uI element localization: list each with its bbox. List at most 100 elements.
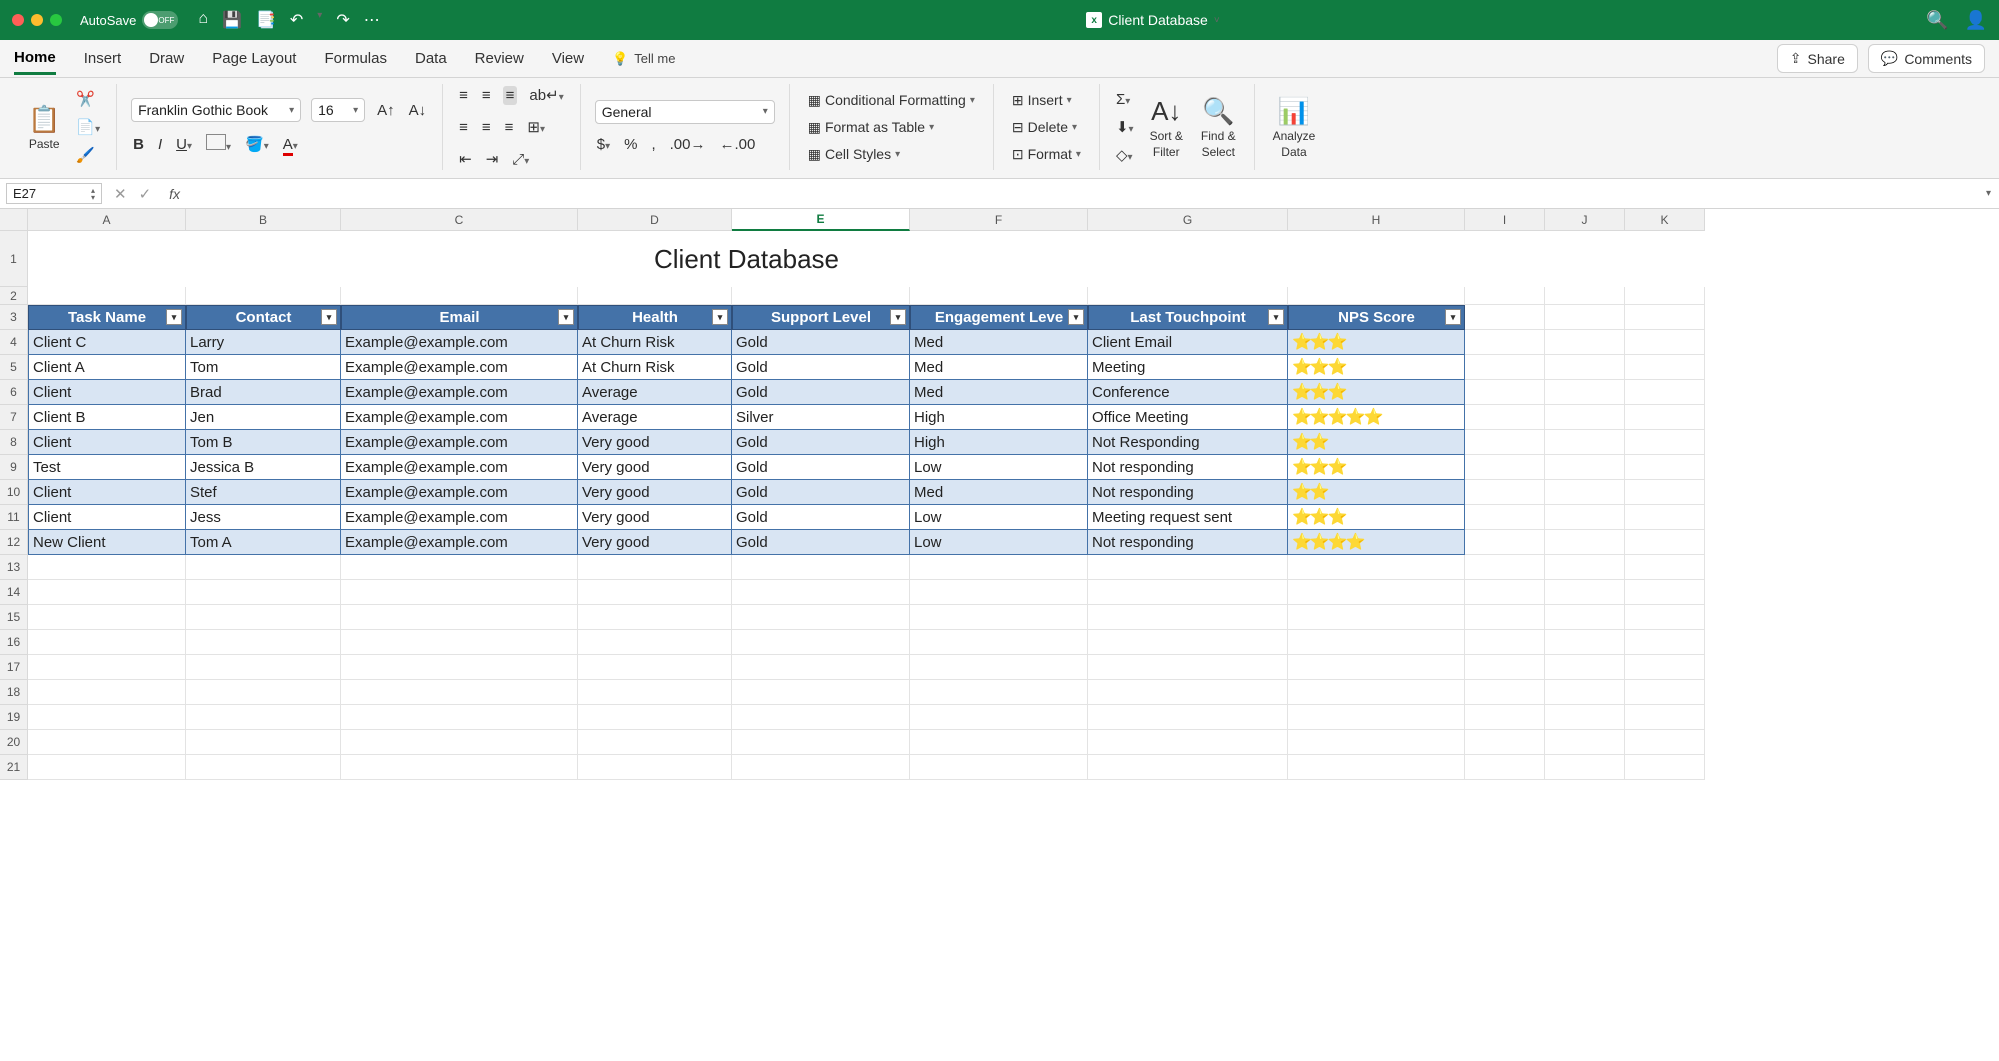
table-cell[interactable]: Larry: [186, 330, 341, 355]
confirm-formula-icon[interactable]: ✓: [139, 185, 152, 203]
row-header[interactable]: 20: [0, 730, 28, 755]
decrease-indent-icon[interactable]: ⇤: [457, 148, 474, 170]
table-cell[interactable]: Office Meeting: [1088, 405, 1288, 430]
empty-cell[interactable]: [186, 555, 341, 580]
empty-cell[interactable]: [1288, 580, 1465, 605]
merge-icon[interactable]: ⊞▾: [525, 116, 547, 138]
column-header[interactable]: E: [732, 209, 910, 231]
empty-cell[interactable]: [341, 680, 578, 705]
table-cell[interactable]: Gold: [732, 355, 910, 380]
decrease-decimal-icon[interactable]: ←.00: [717, 134, 757, 155]
table-cell[interactable]: Jessica B: [186, 455, 341, 480]
empty-cell[interactable]: [1088, 287, 1288, 305]
empty-cell[interactable]: [910, 287, 1088, 305]
empty-cell[interactable]: [1465, 580, 1545, 605]
table-cell[interactable]: Meeting: [1088, 355, 1288, 380]
empty-cell[interactable]: [1545, 730, 1625, 755]
orientation-icon[interactable]: ⤢▾: [510, 149, 531, 170]
analyze-data-button[interactable]: 📊AnalyzeData: [1269, 94, 1320, 161]
close-window-icon[interactable]: [12, 14, 24, 26]
empty-cell[interactable]: [1288, 705, 1465, 730]
empty-cell[interactable]: [578, 705, 732, 730]
empty-cell[interactable]: [341, 705, 578, 730]
empty-cell[interactable]: [732, 705, 910, 730]
empty-cell[interactable]: [1088, 580, 1288, 605]
empty-cell[interactable]: [1625, 555, 1705, 580]
autosum-icon[interactable]: Σ▾: [1114, 89, 1136, 110]
table-cell[interactable]: Example@example.com: [341, 480, 578, 505]
empty-cell[interactable]: [910, 580, 1088, 605]
empty-cell[interactable]: [732, 730, 910, 755]
table-cell[interactable]: Gold: [732, 480, 910, 505]
save-icon[interactable]: 💾: [222, 10, 242, 30]
empty-cell[interactable]: [186, 755, 341, 780]
filter-dropdown-icon[interactable]: ▾: [1445, 309, 1461, 325]
row-header[interactable]: 11: [0, 505, 28, 530]
sort-filter-button[interactable]: A↓Sort &Filter: [1146, 94, 1187, 161]
row-header[interactable]: 19: [0, 705, 28, 730]
empty-cell[interactable]: [1465, 430, 1545, 455]
document-title[interactable]: x Client Database ˅: [380, 12, 1926, 28]
table-cell[interactable]: Meeting request sent: [1088, 505, 1288, 530]
filter-dropdown-icon[interactable]: ▾: [166, 309, 182, 325]
table-cell[interactable]: Average: [578, 380, 732, 405]
empty-cell[interactable]: [578, 605, 732, 630]
empty-cell[interactable]: [1465, 505, 1545, 530]
column-header[interactable]: K: [1625, 209, 1705, 231]
empty-cell[interactable]: [28, 755, 186, 780]
table-cell[interactable]: Med: [910, 380, 1088, 405]
decrease-font-icon[interactable]: A↓: [407, 100, 429, 121]
empty-cell[interactable]: [1088, 730, 1288, 755]
empty-cell[interactable]: [732, 655, 910, 680]
table-cell[interactable]: High: [910, 430, 1088, 455]
empty-cell[interactable]: [578, 680, 732, 705]
empty-cell[interactable]: [1625, 730, 1705, 755]
open-icon[interactable]: 📑: [256, 10, 276, 30]
empty-cell[interactable]: [1625, 287, 1705, 305]
empty-cell[interactable]: [1545, 430, 1625, 455]
nps-cell[interactable]: ⭐⭐⭐: [1288, 380, 1465, 405]
font-size-select[interactable]: 16▾: [311, 98, 365, 122]
empty-cell[interactable]: [1465, 655, 1545, 680]
empty-cell[interactable]: [1625, 605, 1705, 630]
table-cell[interactable]: Client C: [28, 330, 186, 355]
align-top-icon[interactable]: ≡: [457, 85, 470, 106]
row-header[interactable]: 21: [0, 755, 28, 780]
empty-cell[interactable]: [1545, 355, 1625, 380]
table-cell[interactable]: Gold: [732, 455, 910, 480]
empty-cell[interactable]: [28, 655, 186, 680]
table-cell[interactable]: Example@example.com: [341, 355, 578, 380]
account-icon[interactable]: 👤: [1965, 10, 1987, 31]
empty-cell[interactable]: [1545, 287, 1625, 305]
nps-cell[interactable]: ⭐⭐⭐: [1288, 505, 1465, 530]
filter-dropdown-icon[interactable]: ▾: [890, 309, 906, 325]
table-cell[interactable]: Gold: [732, 430, 910, 455]
table-header[interactable]: Contact▾: [186, 305, 341, 330]
empty-cell[interactable]: [341, 755, 578, 780]
table-header[interactable]: Last Touchpoint▾: [1088, 305, 1288, 330]
row-header[interactable]: 10: [0, 480, 28, 505]
percent-icon[interactable]: %: [622, 134, 639, 155]
align-center-icon[interactable]: ≡: [480, 117, 493, 138]
empty-cell[interactable]: [910, 755, 1088, 780]
table-header[interactable]: Support Level▾: [732, 305, 910, 330]
table-cell[interactable]: Tom A: [186, 530, 341, 555]
empty-cell[interactable]: [910, 605, 1088, 630]
empty-cell[interactable]: [186, 605, 341, 630]
empty-cell[interactable]: [910, 630, 1088, 655]
empty-cell[interactable]: [1288, 555, 1465, 580]
column-header[interactable]: I: [1465, 209, 1545, 231]
empty-cell[interactable]: [1545, 231, 1625, 287]
tell-me[interactable]: 💡 Tell me: [612, 51, 675, 67]
nps-cell[interactable]: ⭐⭐⭐⭐⭐: [1288, 405, 1465, 430]
table-cell[interactable]: Med: [910, 480, 1088, 505]
empty-cell[interactable]: [1625, 630, 1705, 655]
empty-cell[interactable]: [1465, 730, 1545, 755]
empty-cell[interactable]: [28, 287, 186, 305]
empty-cell[interactable]: [1545, 655, 1625, 680]
title-menu-icon[interactable]: ˅: [1214, 15, 1220, 26]
column-header[interactable]: G: [1088, 209, 1288, 231]
empty-cell[interactable]: [1465, 380, 1545, 405]
table-cell[interactable]: Gold: [732, 330, 910, 355]
empty-cell[interactable]: [578, 287, 732, 305]
